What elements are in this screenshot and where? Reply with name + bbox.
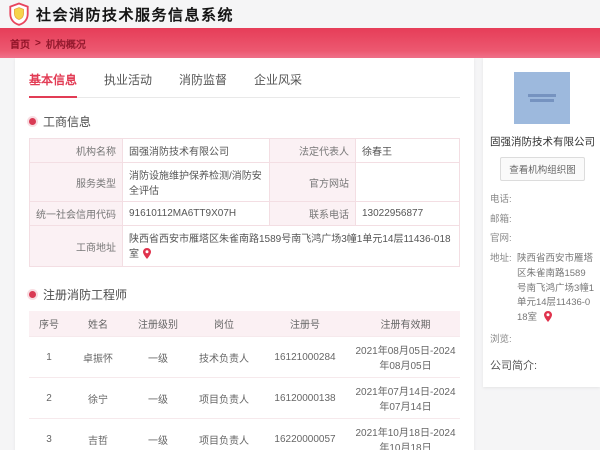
table-row: 工商地址 陕西省西安市雁塔区朱雀南路1589号南飞鸿广场3幢1单元14层1143… xyxy=(29,225,460,267)
sidebar-company-name: 固强消防技术有限公司 xyxy=(489,136,595,148)
sidebar-phone-label: 电话: xyxy=(489,194,512,205)
sidebar-phone-row: 电话: xyxy=(490,193,595,208)
cell: 一级 xyxy=(127,418,189,450)
table-row: 3 吉哲 一级 项目负责人 16220000057 2021年10月18日-20… xyxy=(29,418,460,450)
sidebar-contact-info: 电话: 邮箱: 官网: 地址: 陕西省西安市雁塔区朱雀南路1589号南飞鸿广场3… xyxy=(490,193,595,347)
org-name-value: 固强消防技术有限公司 xyxy=(122,138,270,163)
shield-logo-icon xyxy=(9,2,29,26)
sidebar-views-label: 浏览: xyxy=(489,333,512,345)
section-engineers-title: 注册消防工程师 xyxy=(43,288,128,302)
sidebar-address-text: 陕西省西安市雁塔区朱雀南路1589号南飞鸿广场3幢1单元14层11436-018… xyxy=(516,253,595,324)
col-header: 注册号 xyxy=(259,311,351,337)
content-area: 基本信息 执业活动 消防监督 企业风采 工商信息 机构名称 固强消防技术有限公司… xyxy=(0,58,600,450)
address-label: 工商地址 xyxy=(29,225,123,267)
main-card: 基本信息 执业活动 消防监督 企业风采 工商信息 机构名称 固强消防技术有限公司… xyxy=(15,58,474,450)
col-header: 岗位 xyxy=(189,311,259,337)
col-header: 注册级别 xyxy=(127,311,189,337)
breadcrumb: 首页 > 机构概况 xyxy=(10,36,86,51)
table-row: 2 徐宁 一级 项目负责人 16120000138 2021年07月14日-20… xyxy=(29,377,460,419)
cell: 技术负责人 xyxy=(189,336,259,378)
sidebar-website-row: 官网: xyxy=(490,232,595,247)
website-value xyxy=(354,162,460,202)
sidebar-address-row: 地址: 陕西省西安市雁塔区朱雀南路1589号南飞鸿广场3幢1单元14层11436… xyxy=(490,252,595,328)
cell: 吉哲 xyxy=(69,418,127,450)
legal-rep-label: 法定代表人 xyxy=(268,138,356,163)
table-row: 服务类型 消防设施维护保养检测/消防安全评估 官方网站 xyxy=(29,162,460,202)
tab-practice-activity[interactable]: 执业活动 xyxy=(104,71,152,97)
col-header: 序号 xyxy=(29,311,69,337)
cell: 项目负责人 xyxy=(189,418,259,450)
section-business-title: 工商信息 xyxy=(43,115,92,129)
address-text: 陕西省西安市雁塔区朱雀南路1589号南飞鸿广场3幢1单元14层11436-018… xyxy=(129,234,451,260)
credit-code-label: 统一社会信用代码 xyxy=(29,201,123,226)
col-header: 注册有效期 xyxy=(351,311,460,337)
col-header: 姓名 xyxy=(69,311,127,337)
address-value: 陕西省西安市雁塔区朱雀南路1589号南飞鸿广场3幢1单元14层11436-018… xyxy=(122,225,460,267)
company-logo-placeholder xyxy=(514,72,571,124)
sidebar-phone-value xyxy=(517,193,595,208)
section-business-info: 工商信息 xyxy=(29,113,460,130)
cell: 2 xyxy=(29,377,69,419)
cell: 16121000284 xyxy=(259,336,351,378)
sidebar-views-row: 浏览: xyxy=(490,333,595,348)
phone-value: 13022956877 xyxy=(354,201,460,226)
cell: 一级 xyxy=(127,377,189,419)
sidebar-email-label: 邮箱: xyxy=(489,213,512,225)
cell: 一级 xyxy=(127,336,189,378)
service-type-label: 服务类型 xyxy=(29,162,123,202)
table-row: 统一社会信用代码 91610112MA6TT9X07H 联系电话 1302295… xyxy=(29,201,460,226)
table-row: 机构名称 固强消防技术有限公司 法定代表人 徐春王 xyxy=(29,138,460,163)
sidebar-views-value xyxy=(517,333,595,348)
sidebar-email-row: 邮箱: xyxy=(490,213,595,228)
app-header: 社会消防技术服务信息系统 xyxy=(0,0,600,28)
legal-rep-value: 徐春王 xyxy=(354,138,460,163)
sidebar-address-label: 地址: xyxy=(489,253,512,265)
breadcrumb-home[interactable]: 首页 xyxy=(10,36,30,51)
breadcrumb-separator: > xyxy=(35,37,41,49)
section-engineers: 注册消防工程师 xyxy=(29,286,460,303)
section-dot-icon xyxy=(29,118,36,125)
cell: 1 xyxy=(29,336,69,378)
phone-label: 联系电话 xyxy=(268,201,356,226)
cell: 卓振怀 xyxy=(69,336,127,378)
cell: 项目负责人 xyxy=(189,377,259,419)
table-header-row: 序号 姓名 注册级别 岗位 注册号 注册有效期 xyxy=(29,311,460,337)
tab-bar: 基本信息 执业活动 消防监督 企业风采 xyxy=(29,58,460,98)
sidebar-website-label: 官网: xyxy=(489,233,512,245)
cell: 徐宁 xyxy=(69,377,127,419)
breadcrumb-current: 机构概况 xyxy=(45,39,86,51)
org-name-label: 机构名称 xyxy=(29,138,123,163)
location-pin-icon[interactable] xyxy=(143,248,151,262)
location-pin-icon[interactable] xyxy=(543,311,552,328)
sidebar-email-value xyxy=(517,213,595,228)
tab-company-showcase[interactable]: 企业风采 xyxy=(254,71,302,97)
section-dot-icon xyxy=(29,291,36,298)
engineers-table: 序号 姓名 注册级别 岗位 注册号 注册有效期 1 卓振怀 一级 技术负责人 1… xyxy=(29,311,460,450)
tab-basic-info[interactable]: 基本信息 xyxy=(29,71,78,98)
cell: 16120000138 xyxy=(259,377,351,419)
business-info-table: 机构名称 固强消防技术有限公司 法定代表人 徐春王 服务类型 消防设施维护保养检… xyxy=(29,138,460,267)
sidebar-profile-label: 公司简介: xyxy=(489,360,538,373)
company-sidebar: 固强消防技术有限公司 查看机构组织图 电话: 邮箱: 官网: 地址: 陕西省西安… xyxy=(482,58,600,388)
cell: 16220000057 xyxy=(259,418,351,450)
view-org-chart-button[interactable]: 查看机构组织图 xyxy=(500,157,585,181)
cell: 2021年10月18日-2024年10月18日 xyxy=(351,418,460,450)
tab-fire-supervision[interactable]: 消防监督 xyxy=(179,71,227,97)
cell: 3 xyxy=(29,418,69,450)
cell: 2021年07月14日-2024年07月14日 xyxy=(351,377,460,419)
site-title: 社会消防技术服务信息系统 xyxy=(36,6,235,24)
cell: 2021年08月05日-2024年08月05日 xyxy=(351,336,460,378)
sidebar-address-value: 陕西省西安市雁塔区朱雀南路1589号南飞鸿广场3幢1单元14层11436-018… xyxy=(517,252,595,328)
table-row: 1 卓振怀 一级 技术负责人 16121000284 2021年08月05日-2… xyxy=(29,336,460,378)
banner: 首页 > 机构概况 xyxy=(0,28,600,58)
website-label: 官方网站 xyxy=(268,162,356,202)
credit-code-value: 91610112MA6TT9X07H xyxy=(122,201,270,226)
sidebar-website-value xyxy=(517,232,595,247)
service-type-value: 消防设施维护保养检测/消防安全评估 xyxy=(122,162,270,202)
